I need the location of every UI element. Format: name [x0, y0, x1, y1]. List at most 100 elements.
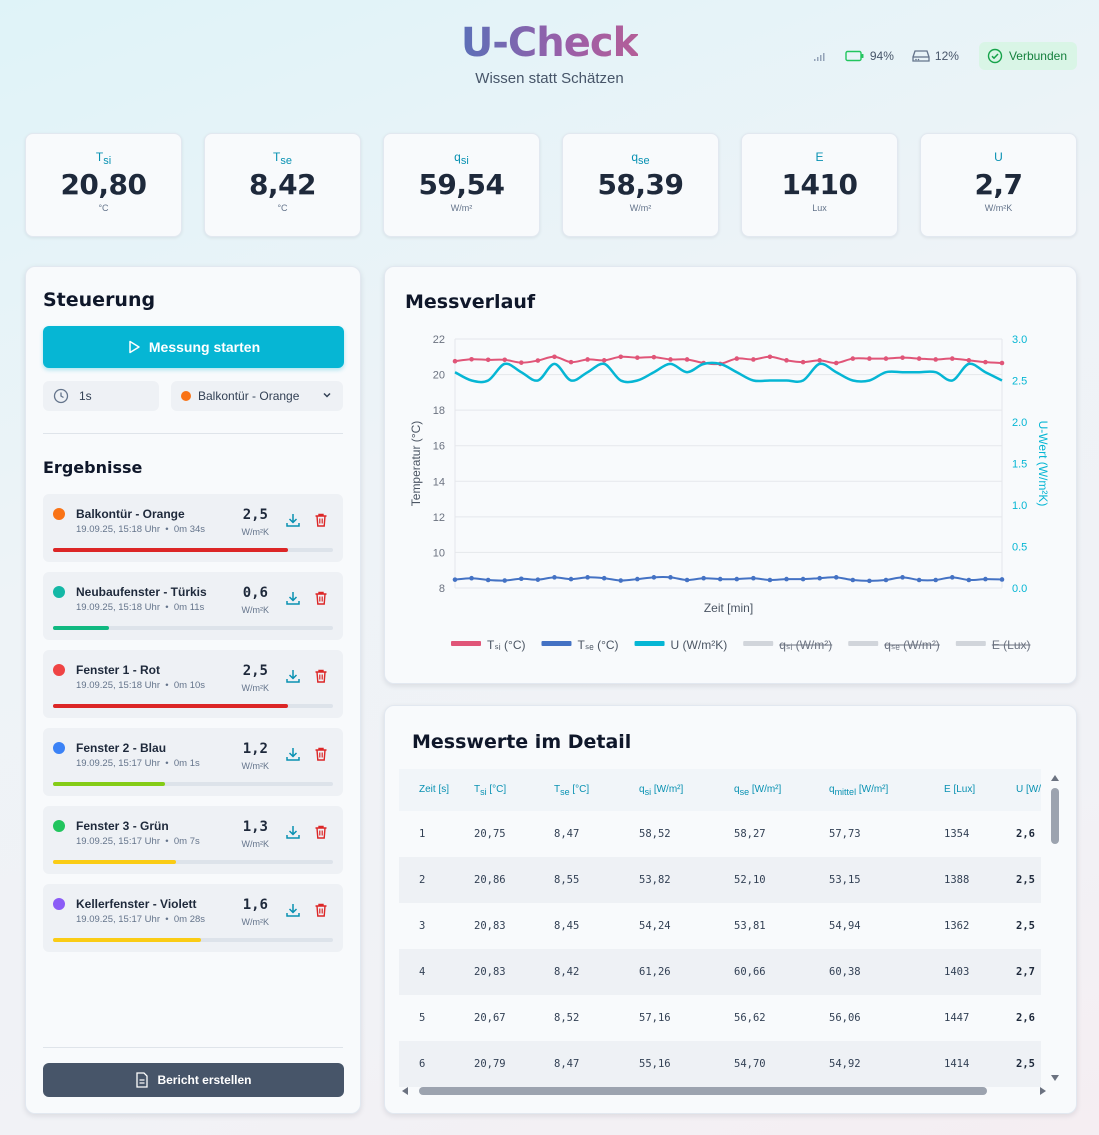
table-row[interactable]: 1 20,75 8,47 58,52 58,27 57,73 1354 2,6: [399, 811, 1041, 857]
data-point: [585, 575, 590, 580]
object-select-value: Balkontür - Orange: [198, 389, 300, 403]
metric-sub: se: [280, 155, 292, 167]
table-cell: 8,47: [554, 828, 580, 840]
result-progress-fill: [53, 704, 289, 708]
data-point: [784, 576, 789, 582]
data-point: [734, 356, 740, 361]
legend-item: qₛₑ (W/m²): [848, 638, 940, 652]
table-cell: 20,83: [474, 920, 506, 932]
metric-qsi: qsi 59,54 W/m²: [383, 133, 540, 237]
data-point: [983, 359, 988, 365]
table-row[interactable]: 4 20,83 8,42 61,26 60,66 60,38 1403 2,7: [399, 949, 1041, 995]
download-icon[interactable]: [285, 902, 301, 923]
trash-icon[interactable]: [313, 512, 329, 533]
trash-icon[interactable]: [313, 902, 329, 923]
data-point: [618, 578, 624, 583]
table-row[interactable]: 3 20,83 8,45 54,24 53,81 54,94 1362 2,5: [399, 903, 1041, 949]
download-icon[interactable]: [285, 512, 301, 533]
result-name: Kellerfenster - Violett: [76, 897, 197, 911]
y-tick-label: 14: [433, 476, 445, 488]
y2-axis-label: U-Wert (W/m²K): [1036, 421, 1050, 507]
table-body: 1 20,75 8,47 58,52 58,27 57,73 1354 2,6 2 20,86 8,…: [399, 811, 1041, 1087]
legend-swatch: [541, 641, 572, 646]
table-cell: 3: [419, 920, 426, 932]
table-scroll-area[interactable]: Zeit [s] Tsi [°C] Tse [°C] qsi [W/m²] qse [W…: [399, 769, 1051, 1089]
vertical-scrollbar[interactable]: [1048, 772, 1062, 1084]
download-icon[interactable]: [285, 668, 301, 689]
result-u-unit: W/m²K: [241, 917, 270, 927]
measurement-table: Zeit [s] Tsi [°C] Tse [°C] qsi [W/m²] qse [W…: [399, 769, 1041, 1087]
download-icon[interactable]: [285, 746, 301, 767]
data-point: [933, 357, 938, 362]
data-point: [535, 577, 541, 582]
table-cell: 53,15: [809, 857, 924, 903]
table-row[interactable]: 6 20,79 8,47 55,16 54,70 54,92 1414 2,5: [399, 1041, 1041, 1087]
result-meta: 19.09.25, 15:17 Uhr • 0m 1s: [76, 758, 200, 769]
trash-icon[interactable]: [313, 746, 329, 767]
data-point: [618, 354, 624, 360]
table-header-row: Zeit [s] Tsi [°C] Tse [°C] qsi [W/m²] qse [W…: [399, 769, 1041, 811]
y-tick-label: 16: [433, 441, 445, 453]
data-point: [900, 575, 905, 580]
legend-item: qₛᵢ (W/m²): [743, 638, 832, 652]
result-color-dot: [53, 664, 65, 676]
table-cell: 20,67: [474, 1012, 506, 1024]
trash-icon[interactable]: [313, 668, 329, 689]
metric-e: E 1410 Lux: [741, 133, 898, 237]
y-tick-label: 18: [433, 405, 445, 417]
result-item[interactable]: Kellerfenster - Violett 19.09.25, 15:17 U…: [43, 884, 343, 952]
table-header-cell: qsi [W/m²]: [619, 769, 714, 811]
table-header-cell: E [Lux]: [924, 769, 996, 811]
download-icon[interactable]: [285, 824, 301, 845]
metric-sub: se: [638, 155, 650, 167]
chevron-down-icon: [323, 392, 331, 398]
trash-icon[interactable]: [313, 824, 329, 845]
result-item[interactable]: Balkontür - Orange 19.09.25, 15:18 Uhr • …: [43, 494, 343, 562]
object-select[interactable]: Balkontür - Orange: [171, 381, 343, 411]
storage-level: 12%: [934, 49, 959, 63]
data-point: [999, 360, 1005, 366]
trash-icon[interactable]: [313, 590, 329, 611]
result-progress-fill: [53, 782, 165, 786]
table-row[interactable]: 5 20,67 8,52 57,16 56,62 56,06 1447 2,6: [399, 995, 1041, 1041]
table-cell: 2: [399, 857, 454, 903]
table-cell: 58,27: [734, 828, 766, 840]
table-cell: 58,52: [639, 828, 671, 840]
result-item[interactable]: Fenster 1 - Rot 19.09.25, 15:18 Uhr • 0m …: [43, 650, 343, 718]
data-point: [519, 576, 524, 582]
horizontal-scrollbar[interactable]: [399, 1084, 1049, 1098]
metric-qse: qse 58,39 W/m²: [562, 133, 719, 237]
data-point: [949, 356, 955, 361]
interval-value: 1s: [79, 389, 92, 403]
header-rest: [°C]: [569, 783, 590, 795]
play-icon: [129, 340, 140, 354]
result-item[interactable]: Fenster 3 - Grün 19.09.25, 15:17 Uhr • 0m…: [43, 806, 343, 874]
result-progress-fill: [53, 548, 289, 552]
result-u-value: 2,5: [242, 663, 268, 679]
header-main: Zeit [s]: [419, 783, 450, 795]
data-point: [734, 576, 740, 582]
download-icon[interactable]: [285, 590, 301, 611]
result-item[interactable]: Neubaufenster - Türkis 19.09.25, 15:18 Uh…: [43, 572, 343, 640]
start-measurement-button[interactable]: Messung starten: [43, 326, 344, 368]
connection-label: Verbunden: [1008, 49, 1067, 63]
table-cell: 1354: [944, 828, 970, 840]
table-cell: 2,7: [996, 949, 1041, 995]
table-header-cell: U [W/: [996, 769, 1041, 811]
result-progress-track: [53, 782, 333, 786]
metric-label: q: [454, 150, 461, 164]
create-report-button[interactable]: Bericht erstellen: [43, 1063, 344, 1097]
data-point: [684, 577, 690, 583]
table-cell: 54,92: [809, 1041, 924, 1087]
data-point: [485, 357, 491, 363]
result-item[interactable]: Fenster 2 - Blau 19.09.25, 15:17 Uhr • 0m…: [43, 728, 343, 796]
result-u-value: 1,6: [242, 897, 268, 913]
result-name: Fenster 1 - Rot: [76, 663, 161, 677]
x-axis-label: Zeit [min]: [704, 601, 753, 615]
divider: [43, 433, 343, 434]
metric-unit: Lux: [812, 203, 827, 213]
interval-select[interactable]: 1s: [43, 381, 159, 411]
table-row[interactable]: 2 20,86 8,55 53,82 52,10 53,15 1388 2,5: [399, 857, 1041, 903]
table-cell: 56,62: [734, 1012, 766, 1024]
metric-value: 20,80: [60, 168, 147, 201]
